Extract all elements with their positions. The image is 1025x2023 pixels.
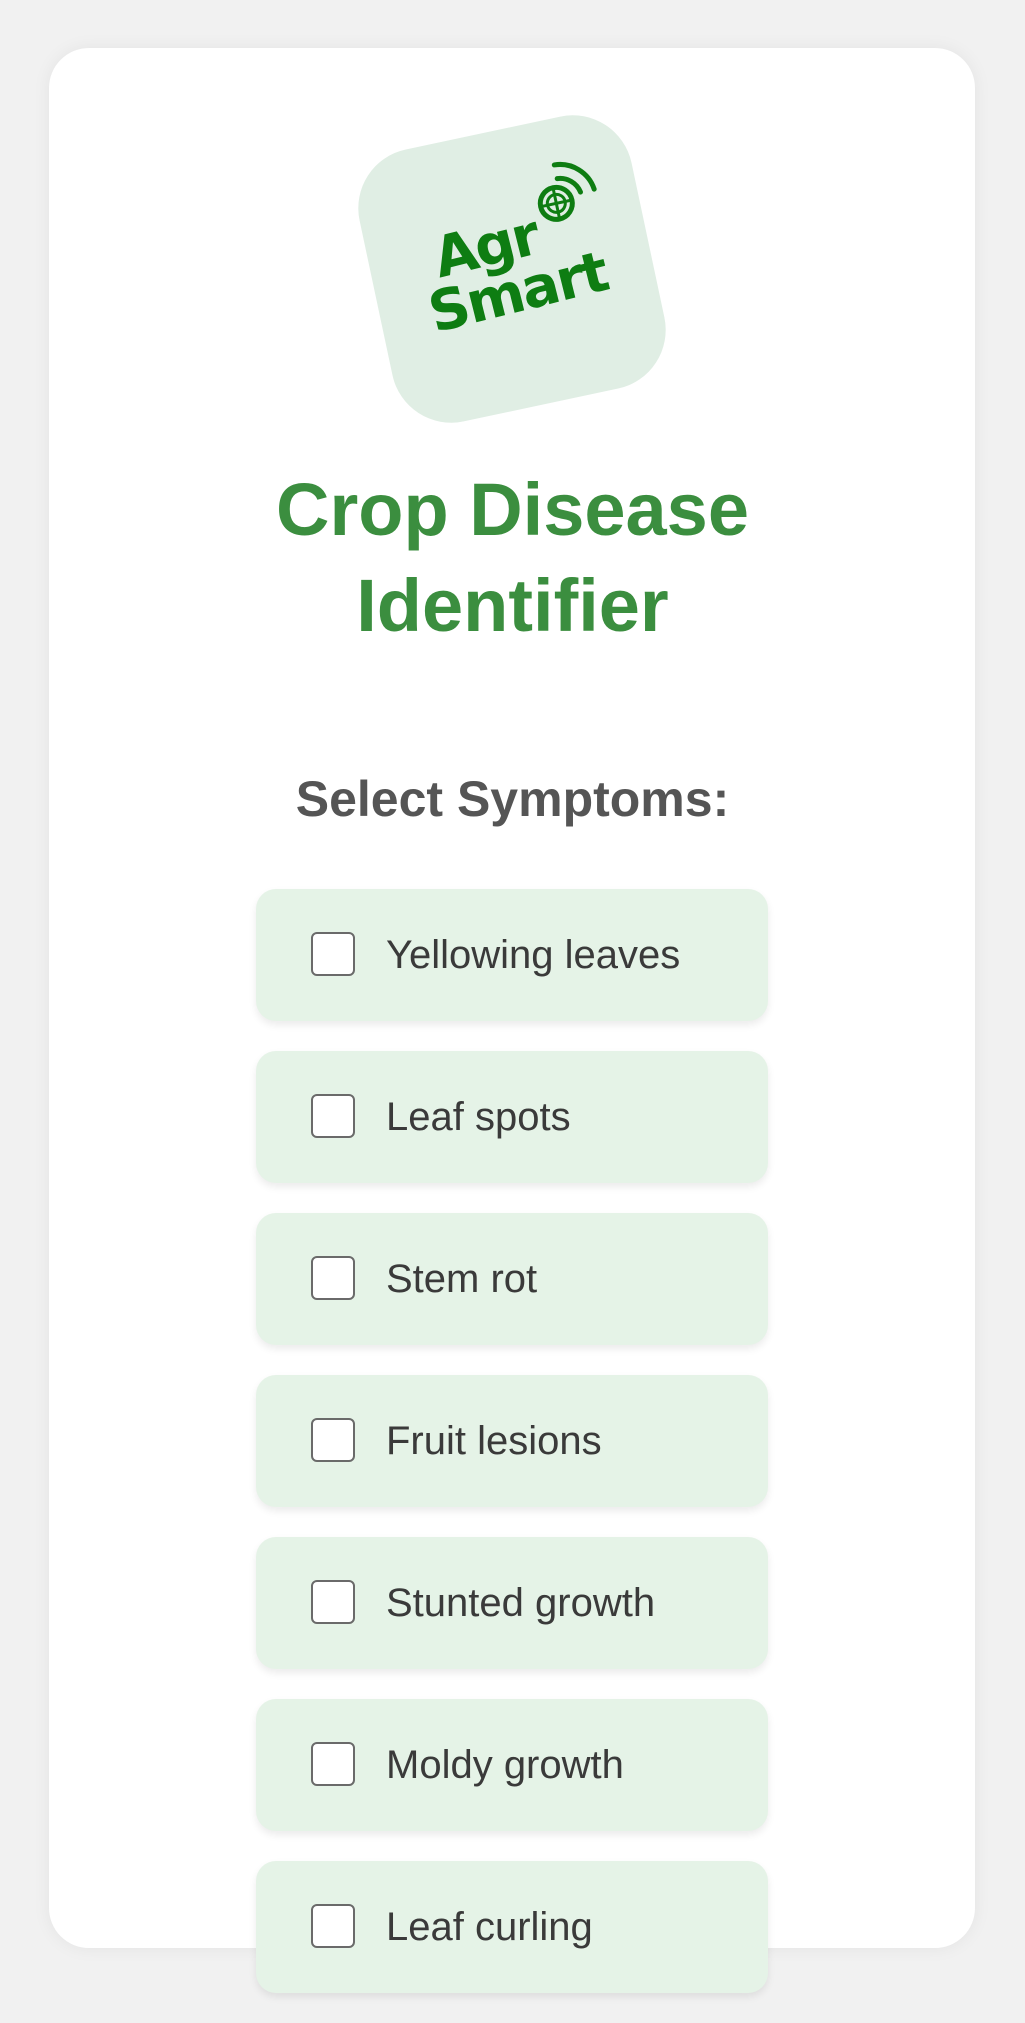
symptom-option-stem-rot[interactable]: Stem rot: [256, 1213, 768, 1345]
symptom-option-fruit-lesions[interactable]: Fruit lesions: [256, 1375, 768, 1507]
symptom-label: Stunted growth: [386, 1581, 656, 1625]
checkbox[interactable]: [311, 1418, 355, 1462]
symptom-option-stunted-growth[interactable]: Stunted growth: [256, 1537, 768, 1669]
checkbox[interactable]: [311, 1094, 355, 1138]
page-title: Crop Disease Identifier: [0, 462, 1025, 654]
globe-signal-icon: [537, 161, 597, 222]
symptoms-heading: Select Symptoms:: [295, 771, 730, 827]
checkbox[interactable]: [311, 1904, 355, 1948]
symptom-list: Yellowing leaves Leaf spots Stem rot Fru…: [256, 889, 768, 2023]
logo-wordmark: Agr Smart: [364, 184, 659, 352]
symptom-label: Yellowing leaves: [386, 933, 681, 977]
symptom-label: Leaf spots: [386, 1095, 571, 1139]
checkbox[interactable]: [311, 1580, 355, 1624]
symptom-label: Moldy growth: [386, 1743, 624, 1787]
symptom-label: Leaf curling: [386, 1905, 593, 1949]
checkbox[interactable]: [311, 1256, 355, 1300]
symptom-label: Fruit lesions: [386, 1419, 602, 1463]
symptom-option-leaf-spots[interactable]: Leaf spots: [256, 1051, 768, 1183]
symptom-label: Stem rot: [386, 1257, 538, 1301]
checkbox[interactable]: [311, 1742, 355, 1786]
symptom-option-yellowing-leaves[interactable]: Yellowing leaves: [256, 889, 768, 1021]
title-text: Crop Disease Identifier: [276, 468, 749, 647]
agrosmart-logo: Agr Smart: [347, 104, 677, 434]
symptom-option-moldy-growth[interactable]: Moldy growth: [256, 1699, 768, 1831]
symptom-option-leaf-curling[interactable]: Leaf curling: [256, 1861, 768, 1993]
checkbox[interactable]: [311, 932, 355, 976]
